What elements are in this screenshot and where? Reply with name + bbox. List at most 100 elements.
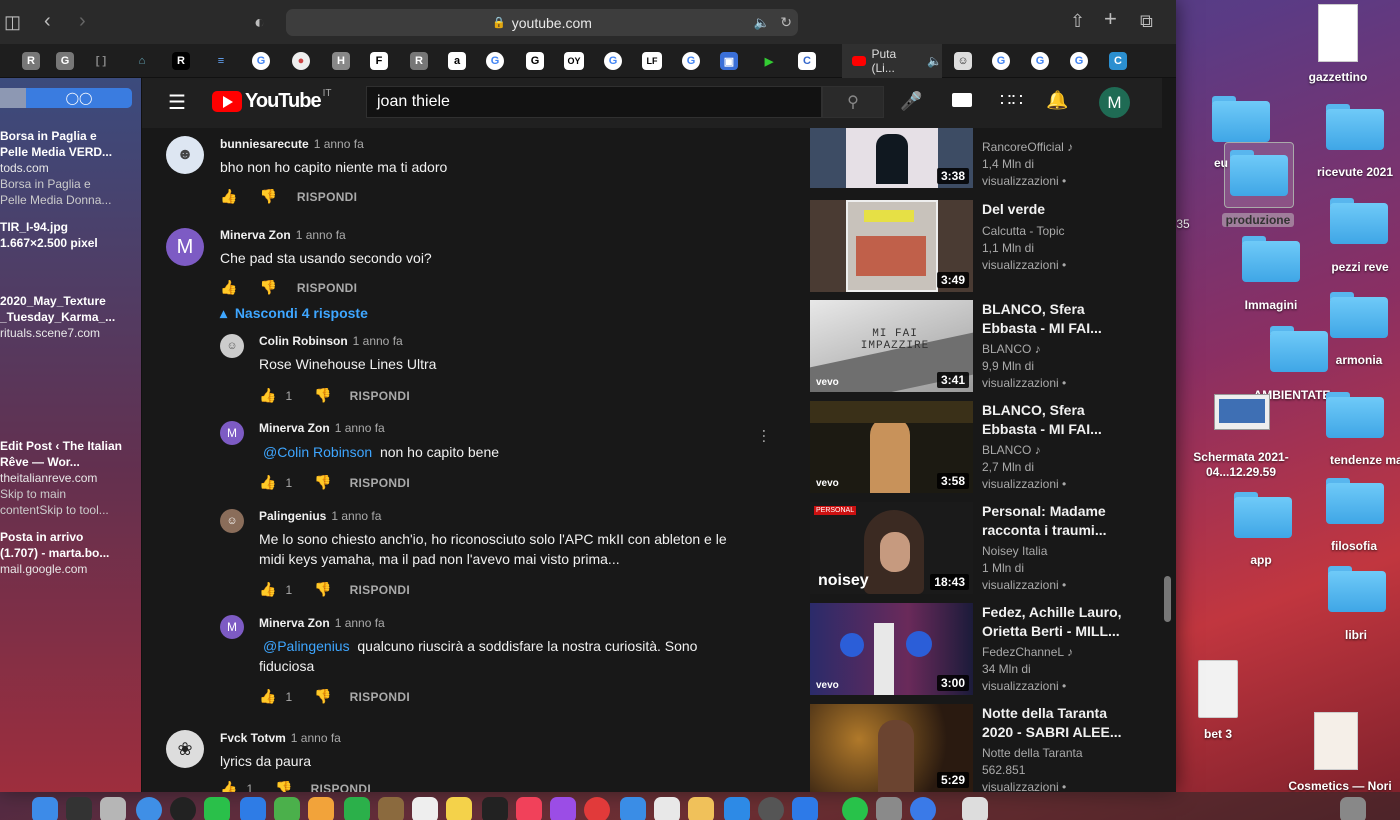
app-store-icon[interactable]: [724, 797, 750, 820]
tab-active-youtube[interactable]: Puta (Li... 🔈: [842, 44, 942, 78]
tab-favicon[interactable]: R: [172, 52, 190, 70]
system-preferences-icon[interactable]: [758, 797, 784, 820]
comment-author[interactable]: Minerva Zon: [259, 616, 330, 630]
reminders-icon[interactable]: [412, 797, 438, 820]
like-icon[interactable]: 👍: [259, 581, 276, 598]
tab-favicon[interactable]: ▶: [760, 52, 778, 70]
video-thumbnail[interactable]: vevo 3:58: [810, 401, 973, 493]
reply-avatar[interactable]: ☺: [220, 509, 244, 533]
comment-author[interactable]: Palingenius: [259, 509, 326, 523]
video-title[interactable]: Fedez, Achille Lauro, Orietta Berti - MI…: [982, 603, 1122, 641]
sidebar-toggle-icon[interactable]: ◫: [4, 13, 21, 31]
video-title[interactable]: Notte della Taranta 2020 - SABRI ALEE...: [982, 704, 1122, 742]
like-icon[interactable]: 👍: [259, 387, 276, 404]
utility-icon[interactable]: [876, 797, 902, 820]
related-video-card[interactable]: vevo 3:58 BLANCO, Sfera Ebbasta - MI FAI.…: [810, 401, 1160, 493]
notifications-bell-icon[interactable]: 🔔: [1046, 90, 1068, 111]
page-scrollbar[interactable]: [1164, 576, 1171, 622]
tab-favicon[interactable]: ●: [292, 52, 310, 70]
tab-favicon[interactable]: G: [486, 52, 504, 70]
video-title[interactable]: Del verde: [982, 200, 1122, 219]
video-thumbnail[interactable]: 3:38: [810, 128, 973, 188]
reload-icon[interactable]: ↻: [780, 14, 792, 31]
tab-favicon[interactable]: G: [56, 52, 74, 70]
comment-avatar[interactable]: ❀: [166, 730, 204, 768]
video-channel[interactable]: Notte della Taranta: [982, 745, 1083, 762]
tab-overview-icon[interactable]: ⧉: [1140, 12, 1153, 30]
video-title[interactable]: BLANCO, Sfera Ebbasta - MI FAI...: [982, 401, 1122, 439]
music-icon[interactable]: [516, 797, 542, 820]
tab-favicon[interactable]: R: [22, 52, 40, 70]
comment-author[interactable]: Minerva Zon: [220, 228, 291, 242]
trash-icon[interactable]: [1340, 797, 1366, 820]
tab-favicon[interactable]: G: [604, 52, 622, 70]
zoom-icon[interactable]: [792, 797, 818, 820]
messages-icon[interactable]: [204, 797, 230, 820]
dislike-icon[interactable]: 👎: [314, 688, 331, 705]
address-bar[interactable]: 🔒 youtube.com 🔈 ↻: [286, 9, 798, 36]
reading-list-item[interactable]: Borsa in Paglia e Pelle Media VERD... to…: [0, 128, 141, 208]
comment-time[interactable]: 1 anno fa: [335, 421, 385, 435]
dislike-icon[interactable]: 👎: [275, 780, 292, 792]
dislike-icon[interactable]: 👎: [314, 387, 331, 404]
search-input[interactable]: joan thiele: [366, 86, 822, 118]
comment-avatar[interactable]: ☻: [166, 136, 204, 174]
microphone-icon[interactable]: 🎤: [900, 91, 922, 112]
whatsapp-icon[interactable]: [842, 797, 868, 820]
maps-icon[interactable]: [274, 797, 300, 820]
tab-favicon[interactable]: G: [682, 52, 700, 70]
reply-button[interactable]: RISPONDI: [350, 389, 410, 403]
forward-icon[interactable]: ›: [79, 11, 86, 31]
app-icon[interactable]: [170, 797, 196, 820]
preview-icon[interactable]: [620, 797, 646, 820]
mention-link[interactable]: @Colin Robinson: [263, 444, 372, 460]
reading-list-item[interactable]: Posta in arrivo (1.707) - marta.bo... ma…: [0, 529, 141, 577]
tab-favicon[interactable]: ≡: [212, 52, 230, 70]
finder-icon[interactable]: [32, 797, 58, 820]
tab-favicon[interactable]: C: [798, 52, 816, 70]
launchpad-icon[interactable]: [66, 797, 92, 820]
audio-icon[interactable]: 🔈: [754, 15, 770, 31]
like-icon[interactable]: 👍: [259, 688, 276, 705]
safari-icon[interactable]: [136, 797, 162, 820]
video-thumbnail[interactable]: 5:29: [810, 704, 973, 792]
related-video-card[interactable]: 3:38 RancoreOfficial ♪ 1,4 Mln di visual…: [810, 128, 1160, 188]
share-icon[interactable]: ⇧: [1070, 12, 1085, 30]
podcasts-icon[interactable]: [550, 797, 576, 820]
system-app-icon[interactable]: [100, 797, 126, 820]
reply-button[interactable]: RISPONDI: [311, 782, 371, 793]
chrome-icon[interactable]: [910, 797, 936, 820]
video-thumbnail[interactable]: vevo 3:00: [810, 603, 973, 695]
like-icon[interactable]: 👍: [259, 474, 276, 491]
new-tab-icon[interactable]: +: [1104, 8, 1117, 30]
comment-avatar[interactable]: M: [166, 228, 204, 266]
reply-button[interactable]: RISPONDI: [350, 583, 410, 597]
reply-avatar[interactable]: M: [220, 421, 244, 445]
hide-replies-toggle[interactable]: ▴ Nascondi 4 risposte: [220, 305, 368, 322]
like-icon[interactable]: 👍: [220, 780, 237, 792]
sidebar-segmented-control[interactable]: ◯◯: [0, 88, 132, 108]
reading-list-item[interactable]: TIR_I-94.jpg 1.667×2.500 pixel: [0, 219, 141, 251]
tv-icon[interactable]: [482, 797, 508, 820]
menu-icon[interactable]: ☰: [168, 90, 186, 115]
apps-grid-icon[interactable]: ∷∷: [1000, 90, 1023, 111]
create-video-icon[interactable]: [952, 93, 972, 107]
search-button[interactable]: ⚲: [822, 86, 884, 118]
tab-favicon[interactable]: G: [1031, 52, 1049, 70]
numbers-icon[interactable]: [654, 797, 680, 820]
dislike-icon[interactable]: 👎: [259, 188, 276, 205]
comment-time[interactable]: 1 anno fa: [353, 334, 403, 348]
reply-button[interactable]: RISPONDI: [297, 190, 357, 204]
related-video-card[interactable]: MI FAI IMPAZZIRE vevo 3:41 BLANCO, Sfera E…: [810, 300, 1160, 392]
reply-avatar[interactable]: M: [220, 615, 244, 639]
related-video-card[interactable]: 3:49 Del verde Calcutta - Topic 1,1 Mln …: [810, 200, 1160, 292]
video-channel[interactable]: BLANCO ♪: [982, 341, 1041, 358]
video-channel[interactable]: FedezChanneL ♪: [982, 644, 1073, 661]
comment-time[interactable]: 1 anno fa: [335, 616, 385, 630]
like-icon[interactable]: 👍: [220, 188, 237, 205]
related-video-card[interactable]: PERSONAL noisey 18:43 Personal: Madame rac…: [810, 502, 1160, 594]
reading-list-item[interactable]: 2020_May_Texture _Tuesday_Karma_... ritu…: [0, 293, 141, 341]
comment-author[interactable]: Fvck Totvm: [220, 731, 286, 745]
reply-button[interactable]: RISPONDI: [350, 476, 410, 490]
comment-time[interactable]: 1 anno fa: [331, 509, 381, 523]
